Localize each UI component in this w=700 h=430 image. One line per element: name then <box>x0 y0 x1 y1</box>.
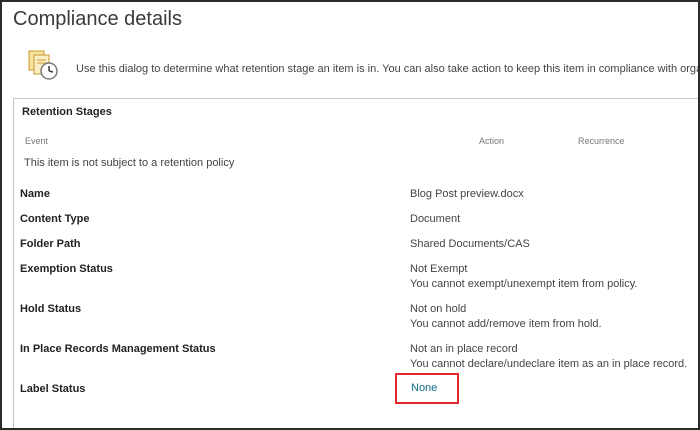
exemption-status-text: Not Exempt <box>410 263 468 275</box>
name-label: Name <box>20 188 50 200</box>
name-value: Blog Post preview.docx <box>410 188 524 200</box>
retention-stages-heading: Retention Stages <box>22 106 112 118</box>
hold-status-note: You cannot add/remove item from hold. <box>410 318 602 330</box>
hold-status-label: Hold Status <box>20 303 82 315</box>
records-management-status-note: You cannot declare/undeclare item as an … <box>410 358 688 370</box>
dialog-title: Compliance details <box>13 8 182 30</box>
content-type-value: Document <box>410 213 461 225</box>
folder-path-value: Shared Documents/CAS <box>410 238 530 250</box>
exemption-status-label: Exemption Status <box>20 263 113 275</box>
documents-clock-icon <box>26 48 60 82</box>
column-header-action: Action <box>479 136 505 146</box>
label-status-link[interactable]: None <box>411 382 437 394</box>
content-type-label: Content Type <box>20 213 90 225</box>
records-management-status-value: Not an in place record You cannot declar… <box>410 342 687 372</box>
exemption-status-note: You cannot exempt/unexempt item from pol… <box>410 278 638 290</box>
retention-policy-message: This item is not subject to a retention … <box>24 157 235 169</box>
hold-status-text: Not on hold <box>410 303 467 315</box>
column-header-recurrence: Recurrence <box>578 136 625 146</box>
column-header-event: Event <box>25 136 49 146</box>
intro-description: Use this dialog to determine what retent… <box>76 63 700 75</box>
folder-path-label: Folder Path <box>20 238 81 250</box>
exemption-status-value: Not Exempt You cannot exempt/unexempt it… <box>410 262 637 292</box>
compliance-details-dialog: Compliance details Use this dialog to de… <box>0 0 700 430</box>
label-status-label: Label Status <box>20 383 86 395</box>
records-management-status-label: In Place Records Management Status <box>20 343 216 355</box>
records-management-status-text: Not an in place record <box>410 343 518 355</box>
hold-status-value: Not on hold You cannot add/remove item f… <box>410 302 602 332</box>
retention-panel: Retention Stages Event Action Recurrence… <box>13 98 698 428</box>
